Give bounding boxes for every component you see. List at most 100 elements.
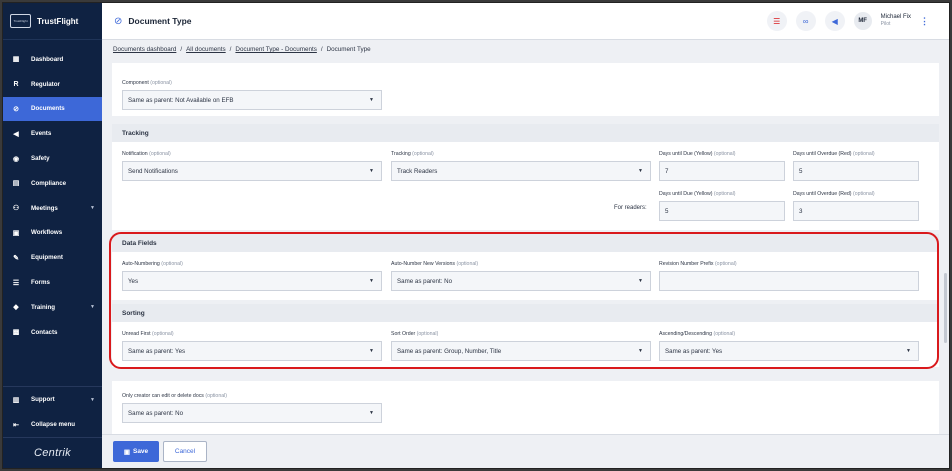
sidebar-item-label: Documents (31, 105, 65, 113)
chevron-down-icon: ▼ (90, 396, 95, 403)
field-label: Days until Due (Yellow) (optional) (659, 191, 736, 197)
section-title: Tracking (112, 124, 939, 142)
sidebar-item-label: Regulator (31, 80, 60, 88)
revision-prefix-input[interactable] (659, 271, 919, 291)
sort-order-select[interactable]: Same as parent: Group, Number, Title ▼ (391, 341, 651, 361)
chevron-down-icon: ▼ (369, 168, 374, 174)
breadcrumb-link[interactable]: Documents dashboard (113, 46, 176, 53)
field-label: Auto-Numbering (optional) (122, 261, 183, 267)
dashboard-icon: ▦ (12, 56, 20, 64)
forms-icon: ☰ (12, 279, 20, 287)
chevron-down-icon: ▼ (369, 278, 374, 284)
sidebar-item-support[interactable]: ▥ Support ▼ (3, 387, 102, 412)
sidebar-nav: ▦ Dashboard R Regulator ⊘ Documents ◀ Events… (3, 47, 102, 345)
sidebar-item-label: Compliance (31, 179, 67, 187)
brand[interactable]: TrustFlight TrustFlight (3, 3, 102, 40)
safety-icon: ◉ (12, 155, 20, 163)
contacts-icon: ▩ (12, 329, 20, 337)
chevron-down-icon: ▼ (906, 348, 911, 354)
sidebar-item-events[interactable]: ◀ Events (3, 121, 102, 146)
save-button[interactable]: ▣ Save (113, 441, 159, 462)
form-footer: ▣ Save Cancel (102, 434, 949, 468)
sidebar-item-label: Dashboard (31, 55, 64, 63)
field-label: Revision Number Prefix (optional) (659, 261, 737, 267)
unread-first-select[interactable]: Same as parent: Yes ▼ (122, 341, 382, 361)
equipment-icon: ✎ (13, 254, 19, 262)
user-role: Pilot (880, 21, 891, 27)
collapse-icon: ⇤ (13, 421, 19, 429)
sidebar-item-workflows[interactable]: ▣ Workflows (3, 221, 102, 246)
regulator-icon: R (13, 80, 19, 88)
notification-select[interactable]: Send Notifications ▼ (122, 161, 382, 181)
avatar[interactable]: MF (853, 12, 872, 30)
save-icon: ▣ (123, 448, 130, 456)
field-label: Only creator can edit or delete docs (op… (122, 393, 227, 399)
cancel-button[interactable]: Cancel (163, 441, 207, 462)
component-select[interactable]: Same as parent: Not Available on EFB ▼ (122, 90, 382, 110)
auto-number-versions-select[interactable]: Same as parent: No ▼ (391, 271, 651, 291)
readers-days-due-yellow-input[interactable]: 5 (659, 201, 785, 221)
chevron-down-icon: ▼ (369, 97, 374, 103)
form-panel: Component (optional) Same as parent: Not… (112, 63, 939, 435)
breadcrumb-link[interactable]: Document Type - Documents (235, 46, 316, 53)
chevron-down-icon: ▼ (638, 348, 643, 354)
breadcrumb-current: Document Type (326, 46, 371, 53)
field-label: Days until Overdue (Red) (optional) (793, 191, 875, 197)
stack-icon[interactable]: ☰ (766, 11, 787, 31)
sorting-section: Sorting Unread First (optional) Same as … (112, 304, 939, 367)
sidebar-item-dashboard[interactable]: ▦ Dashboard (3, 47, 102, 72)
sidebar-item-compliance[interactable]: ▤ Compliance (3, 171, 102, 196)
auto-numbering-select[interactable]: Yes ▼ (122, 271, 382, 291)
support-icon: ▥ (12, 396, 20, 404)
sidebar: TrustFlight TrustFlight ▦ Dashboard R Regu… (3, 3, 102, 468)
field-label: Auto-Number New Versions (optional) (391, 261, 479, 267)
trustflight-logo: TrustFlight (10, 14, 31, 28)
sidebar-item-contacts[interactable]: ▩ Contacts (3, 320, 102, 345)
collapse-menu-button[interactable]: ⇤ Collapse menu (3, 412, 102, 437)
asc-desc-select[interactable]: Same as parent: Yes ▼ (659, 341, 919, 361)
chevron-down-icon: ▼ (638, 278, 643, 284)
readers-days-overdue-red-input[interactable]: 3 (793, 201, 919, 221)
sidebar-item-regulator[interactable]: R Regulator (3, 72, 102, 97)
top-bar: ⊘ Document Type ☰ ∞ ◀ MF Michael Fix Pil… (102, 3, 949, 40)
sidebar-item-label: Support (31, 396, 55, 404)
top-bar-actions: ☰ ∞ ◀ MF Michael Fix Pilot ⋮ (766, 11, 929, 31)
creator-edit-select[interactable]: Same as parent: No ▼ (122, 403, 382, 423)
sidebar-item-documents[interactable]: ⊘ Documents (3, 96, 102, 122)
more-menu-icon[interactable]: ⋮ (920, 16, 929, 27)
meetings-icon: ⚇ (12, 205, 20, 213)
app-window: TrustFlight TrustFlight ▦ Dashboard R Regu… (2, 2, 950, 469)
user-name: Michael Fix (880, 14, 911, 20)
sidebar-item-equipment[interactable]: ✎ Equipment (3, 245, 102, 270)
field-label: Days until Overdue (Red) (optional) (793, 151, 875, 157)
sidebar-item-label: Meetings (31, 204, 58, 212)
days-due-yellow-input[interactable]: 7 (659, 161, 785, 181)
sidebar-item-training[interactable]: ◆ Training ▼ (3, 295, 102, 320)
document-type-icon: ⊘ (114, 15, 123, 27)
documents-icon: ⊘ (13, 105, 19, 113)
tracking-select[interactable]: Track Readers ▼ (391, 161, 651, 181)
sidebar-item-label: Training (31, 303, 56, 311)
field-label: Notification (optional) (122, 151, 171, 157)
sidebar-bottom: ▥ Support ▼ ⇤ Collapse menu Centrik (3, 386, 102, 468)
days-overdue-red-input[interactable]: 5 (793, 161, 919, 181)
breadcrumb: Documents dashboard / All documents / Docume… (113, 46, 371, 53)
brand-name: TrustFlight (37, 16, 79, 26)
breadcrumb-link[interactable]: All documents (186, 46, 226, 53)
megaphone-icon[interactable]: ◀ (824, 11, 845, 31)
for-readers-label: For readers: (614, 205, 647, 211)
section-title: Sorting (112, 304, 939, 322)
field-label: Days until Due (Yellow) (optional) (659, 151, 736, 157)
sidebar-item-forms[interactable]: ☰ Forms (3, 270, 102, 295)
user-info[interactable]: Michael Fix Pilot (881, 14, 911, 28)
sidebar-item-safety[interactable]: ◉ Safety (3, 146, 102, 171)
sidebar-item-meetings[interactable]: ⚇ Meetings ▼ (3, 196, 102, 221)
centrik-logo: Centrik (34, 447, 71, 459)
field-label: Component (optional) (122, 80, 172, 86)
link-icon[interactable]: ∞ (795, 11, 816, 31)
chevron-down-icon: ▼ (369, 348, 374, 354)
scrollbar[interactable] (944, 273, 947, 343)
sidebar-item-label: Events (31, 130, 52, 138)
sidebar-item-label: Contacts (31, 328, 58, 336)
chevron-down-icon: ▼ (90, 205, 95, 212)
